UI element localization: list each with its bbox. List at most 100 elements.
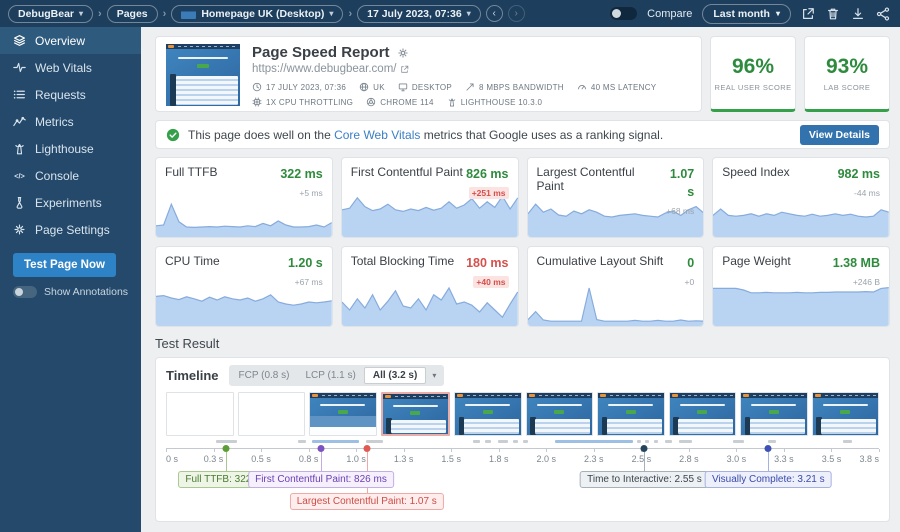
cwv-link[interactable]: Core Web Vitals <box>334 128 420 142</box>
marker-dot-full-ttfb <box>223 445 230 452</box>
meta-lighthouse-10-3-0: LIGHTHOUSE 10.3.0 <box>447 97 543 107</box>
filmstrip-frame-9[interactable] <box>740 392 808 436</box>
view-details-button[interactable]: View Details <box>800 125 879 145</box>
marker-label-first-contentful-paint[interactable]: First Contentful Paint: 826 ms <box>248 471 394 488</box>
marker-label-visually-complete[interactable]: Visually Complete: 3.21 s <box>705 471 832 488</box>
metric-value: 322 ms <box>280 167 322 181</box>
compare-toggle[interactable] <box>610 7 637 20</box>
axis-tick <box>736 449 737 452</box>
breadcrumb-homepage-uk-desktop[interactable]: Homepage UK (Desktop)▾ <box>171 5 343 23</box>
marker-label-largest-contentful-paint[interactable]: Largest Contentful Paint: 1.07 s <box>290 493 444 510</box>
sidebar-item-web-vitals[interactable]: Web Vitals <box>0 54 141 81</box>
main-content: Page Speed Report https://www.debugbear.… <box>141 27 900 532</box>
meta-uk: UK <box>359 82 385 92</box>
chevron-right-icon: › <box>98 8 102 20</box>
axis-tick-label: 1.0 s <box>346 454 366 464</box>
sidebar-item-console[interactable]: </>Console <box>0 162 141 189</box>
clock-icon <box>252 82 262 92</box>
metric-card-page-weight[interactable]: Page Weight1.38 MB+246 B <box>712 246 890 327</box>
filmstrip-frame-5[interactable] <box>454 392 522 436</box>
date-range-select[interactable]: Last month ▾ <box>702 4 791 24</box>
filmstrip-frame-2[interactable] <box>238 392 306 436</box>
axis-tick <box>594 449 595 452</box>
timeline-tab-all-3-2-s[interactable]: All (3.2 s) <box>364 367 426 384</box>
marker-label-time-to-interactive[interactable]: Time to Interactive: 2.55 s <box>580 471 709 488</box>
chevron-down-icon: ▾ <box>776 9 780 18</box>
filmstrip-frame-3[interactable] <box>309 392 377 436</box>
waterfall-bar <box>498 440 509 443</box>
meta-17-july-2023-07-36: 17 JULY 2023, 07:36 <box>252 82 346 92</box>
marker-line <box>226 452 227 471</box>
sidebar-item-overview[interactable]: Overview <box>0 27 141 54</box>
waterfall-bar <box>843 440 852 443</box>
share-icon[interactable] <box>876 7 890 21</box>
timeline-tab-fcp-0-8-s[interactable]: FCP (0.8 s) <box>231 368 298 383</box>
test-page-now-button[interactable]: Test Page Now <box>13 253 116 277</box>
check-circle-icon <box>166 128 180 142</box>
download-icon[interactable] <box>851 7 865 21</box>
report-url-link[interactable]: https://www.debugbear.com/ <box>252 63 691 75</box>
timeline-label: Timeline <box>166 368 219 383</box>
axis-tick-label: 0.3 s <box>204 454 224 464</box>
waterfall-bar <box>654 440 658 443</box>
annotations-toggle[interactable] <box>13 286 37 298</box>
topbar-actions: Compare Last month ▾ <box>610 4 890 24</box>
sidebar-item-experiments[interactable]: Experiments <box>0 189 141 216</box>
filmstrip-frame-1[interactable] <box>166 392 234 436</box>
metric-card-total-blocking-time[interactable]: Total Blocking Time180 ms+40 ms <box>341 246 519 327</box>
meta-label: 17 JULY 2023, 07:36 <box>266 83 346 92</box>
layers-icon <box>13 34 26 47</box>
test-config-meta: 17 JULY 2023, 07:36UKDESKTOP8 MBPS BANDW… <box>252 82 691 107</box>
score-value: 93% <box>826 55 868 79</box>
sidebar-item-metrics[interactable]: Metrics <box>0 108 141 135</box>
metric-card-cumulative-layout-shift[interactable]: Cumulative Layout Shift0+0 <box>527 246 705 327</box>
breadcrumb-debugbear[interactable]: DebugBear▾ <box>8 5 93 23</box>
metric-name: Speed Index <box>722 165 789 201</box>
sidebar-item-requests[interactable]: Requests <box>0 81 141 108</box>
filmstrip-frame-10[interactable] <box>812 392 880 436</box>
page-mini-thumbnail <box>181 9 196 19</box>
filmstrip-frame-6[interactable] <box>526 392 594 436</box>
metric-delta: +68 ms <box>666 206 694 216</box>
timeline-tab-lcp-1-1-s[interactable]: LCP (1.1 s) <box>297 368 363 383</box>
waterfall-bar <box>485 440 491 443</box>
report-card: Page Speed Report https://www.debugbear.… <box>155 36 702 112</box>
toggle-knob <box>15 288 23 296</box>
metric-head: Cumulative Layout Shift0+0 <box>528 247 704 290</box>
metric-card-first-contentful-paint[interactable]: First Contentful Paint826 ms+251 ms <box>341 157 519 238</box>
open-in-new-icon[interactable] <box>801 7 815 21</box>
bandwidth-icon <box>465 82 475 92</box>
metric-card-full-ttfb[interactable]: Full TTFB322 ms+5 ms <box>155 157 333 238</box>
timeline-tab-dropdown-caret[interactable]: ▾ <box>426 371 442 380</box>
chevron-down-icon: ▾ <box>467 9 471 18</box>
sidebar-item-lighthouse[interactable]: Lighthouse <box>0 135 141 162</box>
topbar: DebugBear▾›Pages›Homepage UK (Desktop)▾›… <box>0 0 900 27</box>
metric-name: Largest Contentful Paint <box>537 165 661 219</box>
breadcrumb-17-july-2023-07-36[interactable]: 17 July 2023, 07:36▾ <box>357 5 481 23</box>
latency-icon <box>577 82 587 92</box>
metric-delta: +0 <box>685 277 695 287</box>
metric-card-speed-index[interactable]: Speed Index982 ms-44 ms <box>712 157 890 238</box>
sidebar-item-page-settings[interactable]: Page Settings <box>0 216 141 243</box>
axis-tick-label: 0 s <box>166 454 178 464</box>
waterfall-bar <box>645 440 649 443</box>
breadcrumb-pages[interactable]: Pages <box>107 5 158 23</box>
metric-card-largest-contentful-paint[interactable]: Largest Contentful Paint1.07 s+68 ms <box>527 157 705 238</box>
metric-head: Total Blocking Time180 ms+40 ms <box>342 247 518 290</box>
prev-result-button[interactable]: ‹ <box>486 5 503 22</box>
report-settings-gear-icon[interactable] <box>397 47 409 59</box>
sidebar-item-label: Lighthouse <box>35 142 94 156</box>
filmstrip-frame-7[interactable] <box>597 392 665 436</box>
filmstrip-frame-8[interactable] <box>669 392 737 436</box>
metric-delta: +246 B <box>853 277 880 287</box>
metric-card-cpu-time[interactable]: CPU Time1.20 s+67 ms <box>155 246 333 327</box>
timeline-tabs: FCP (0.8 s)LCP (1.1 s)All (3.2 s)▾ <box>229 365 445 386</box>
score-label: REAL USER SCORE <box>715 83 792 92</box>
axis-tick-label: 3.8 s <box>859 454 879 464</box>
trash-icon[interactable] <box>826 7 840 21</box>
filmstrip-frame-4-lcp[interactable] <box>381 392 451 436</box>
next-result-button[interactable]: › <box>508 5 525 22</box>
meta-label: CHROME 114 <box>380 98 434 107</box>
meta-8-mbps-bandwidth: 8 MBPS BANDWIDTH <box>465 82 564 92</box>
breadcrumb-label: Pages <box>117 8 148 20</box>
